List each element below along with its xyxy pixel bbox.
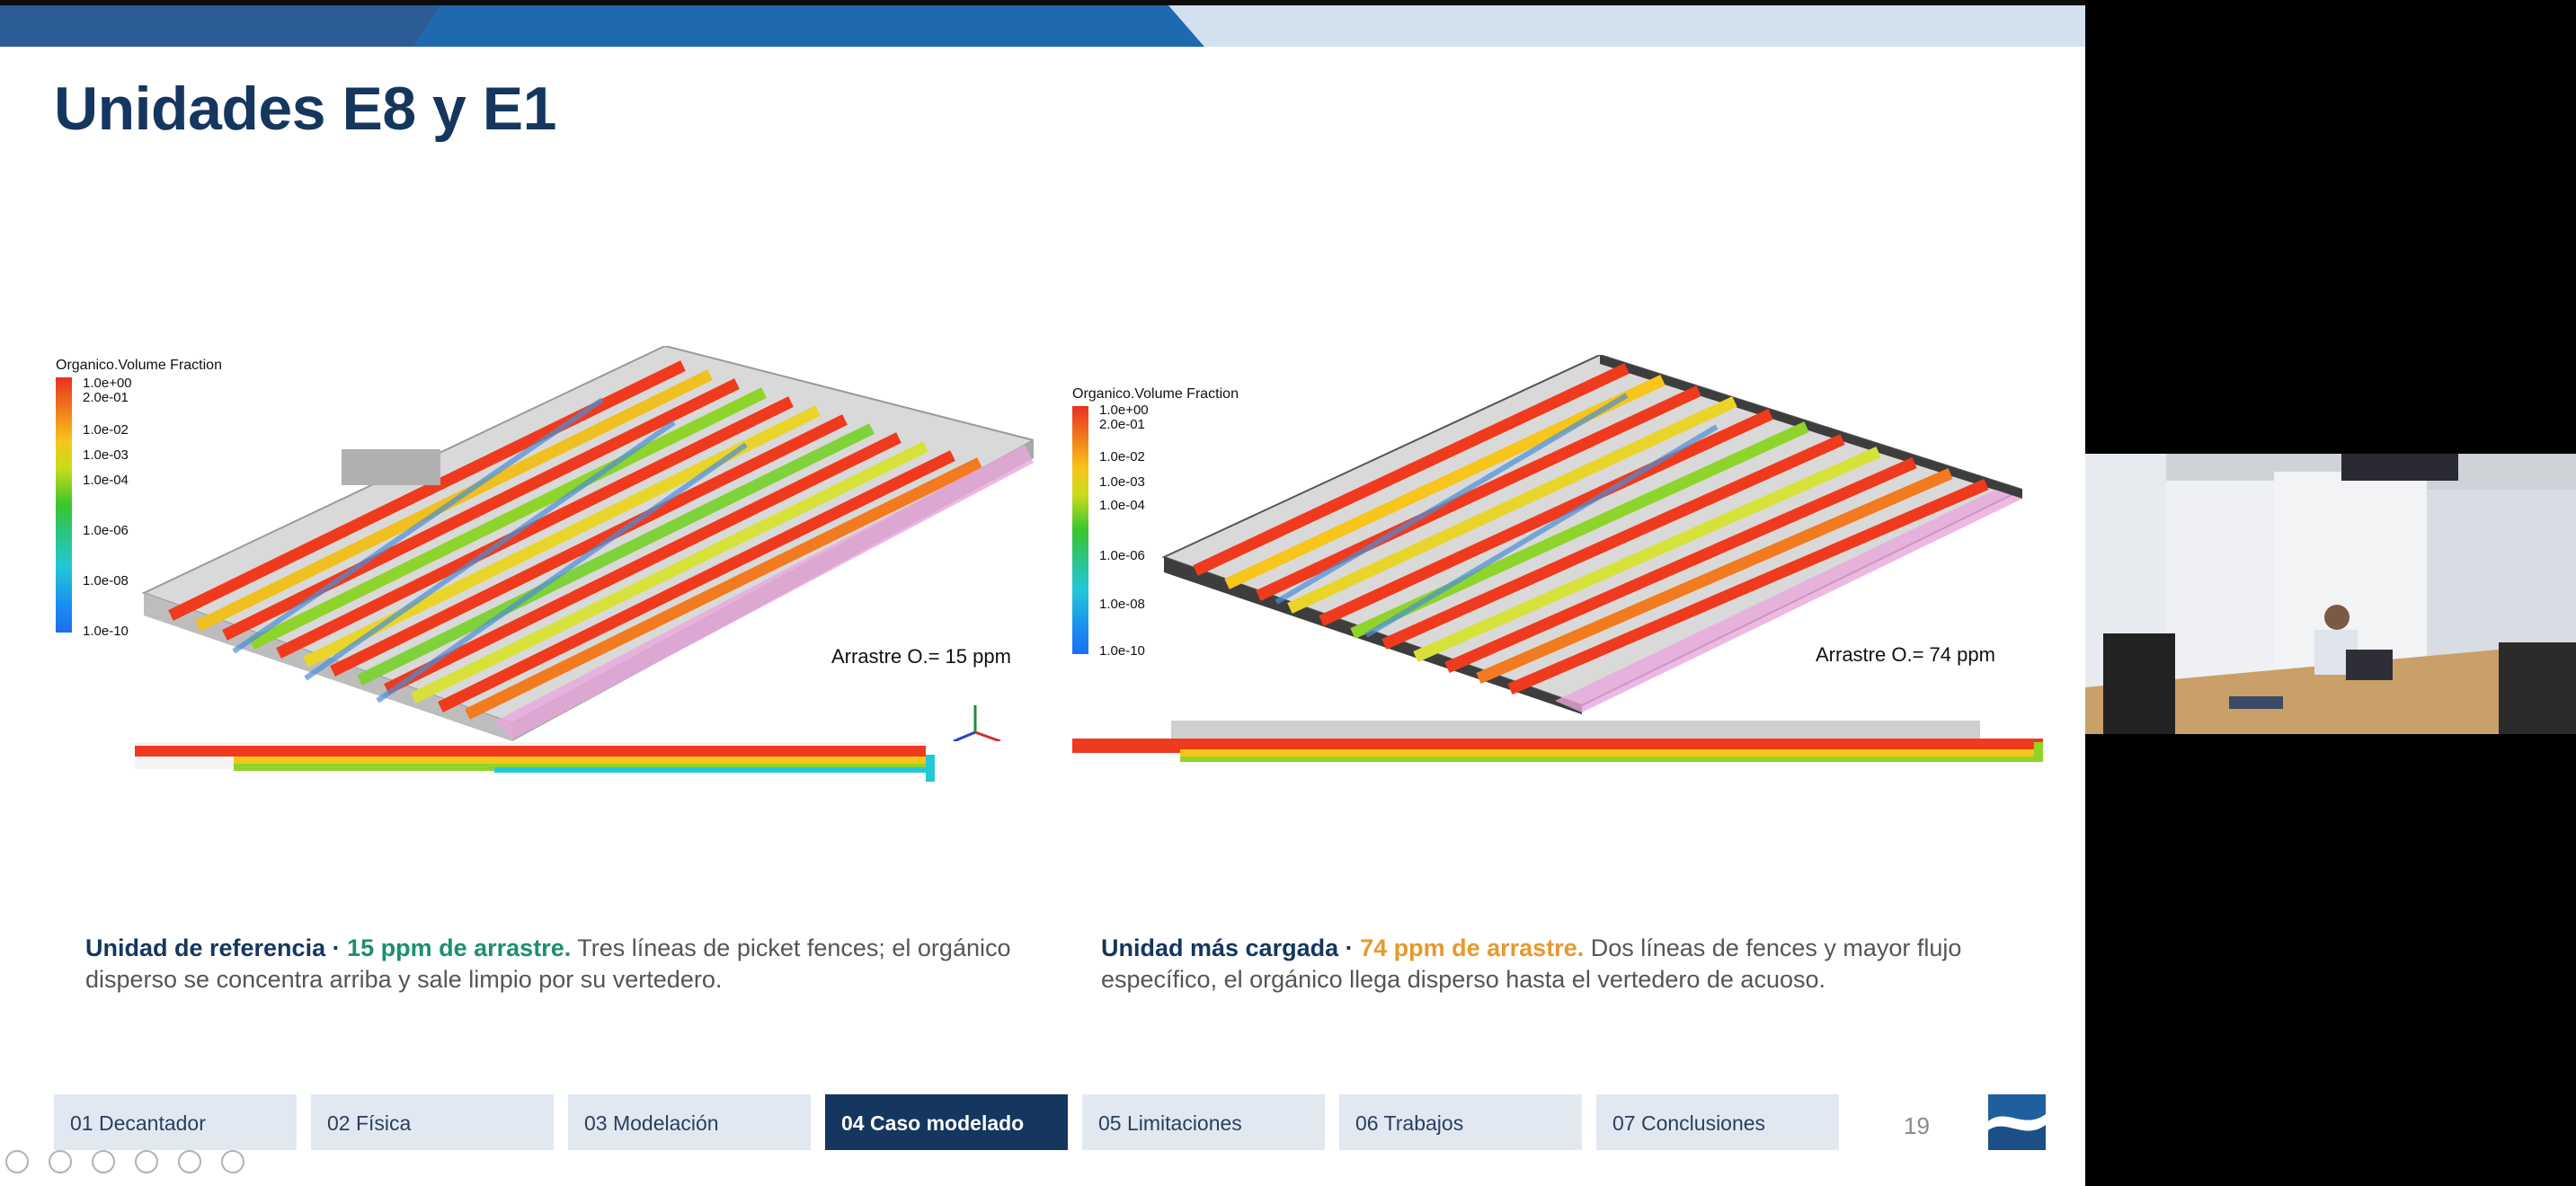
legend-tick: 1.0e-03 xyxy=(83,447,129,463)
legend-tick: 1.0e-06 xyxy=(83,523,129,538)
nav-tab-modelacion[interactable]: 03 Modelación xyxy=(568,1094,811,1150)
cfd-section-right xyxy=(1072,721,2043,762)
legend-tick: 1.0e-04 xyxy=(1099,498,1145,513)
legend-tick: 1.0e-08 xyxy=(83,573,129,589)
nav-tab-fisica[interactable]: 02 Física xyxy=(311,1094,554,1150)
legend-colorbar xyxy=(56,377,72,633)
legend-tick: 1.0e-06 xyxy=(1099,548,1145,563)
nav-tab-decantador[interactable]: 01 Decantador xyxy=(54,1094,297,1150)
caption-separator: · xyxy=(325,934,348,961)
caption-highlight: 15 ppm de arrastre. xyxy=(347,934,572,961)
zoom-control-icon[interactable] xyxy=(178,1150,201,1173)
caption-right: Unidad más cargada · 74 ppm de arrastre.… xyxy=(1101,933,2036,996)
caption-lead: Unidad más cargada xyxy=(1101,934,1339,961)
legend-tick: 1.0e-08 xyxy=(1099,597,1145,612)
nav-tab-limitaciones[interactable]: 05 Limitaciones xyxy=(1082,1094,1325,1150)
caption-highlight: 74 ppm de arrastre. xyxy=(1360,934,1585,961)
annotation-right: Arrastre O.= 74 ppm xyxy=(1816,643,1995,666)
header-band-mid xyxy=(413,5,1204,47)
slides-control-icon[interactable] xyxy=(135,1150,158,1173)
page-number: 19 xyxy=(1904,1112,1930,1139)
pen-control-icon[interactable] xyxy=(92,1150,115,1173)
header-band-dark xyxy=(0,5,449,47)
legend-colorbar xyxy=(1072,406,1088,654)
caption-separator: · xyxy=(1338,934,1361,961)
legend-tick: 1.0e-02 xyxy=(83,422,129,438)
nav-tab-trabajos[interactable]: 06 Trabajos xyxy=(1339,1094,1582,1150)
cfd-render-left xyxy=(141,346,1034,741)
presentation-slide: Unidades E8 y E1 Organico.Volume Fractio… xyxy=(0,0,2085,1186)
next-control-icon[interactable] xyxy=(49,1150,72,1173)
legend-tick: 1.0e-10 xyxy=(83,624,129,639)
cfd-section-left xyxy=(135,742,935,782)
nav-tab-caso-modelado[interactable]: 04 Caso modelado xyxy=(825,1094,1068,1150)
webcam-participant-video xyxy=(2085,454,2576,734)
caption-left: Unidad de referencia · 15 ppm de arrastr… xyxy=(85,933,1038,996)
legend-tick: 2.0e-01 xyxy=(1099,417,1145,432)
legend-tick: 1.0e-02 xyxy=(1099,449,1145,465)
legend-tick: 1.0e+00 xyxy=(83,376,132,391)
legend-tick: 1.0e-10 xyxy=(1099,643,1145,659)
nav-tab-conclusiones[interactable]: 07 Conclusiones xyxy=(1596,1094,1839,1150)
legend-tick: 2.0e-01 xyxy=(83,390,129,405)
annotation-left: Arrastre O.= 15 ppm xyxy=(831,645,1011,668)
legend-tick: 1.0e-03 xyxy=(1099,474,1145,490)
slideshow-controls xyxy=(5,1150,244,1173)
legend-tick: 1.0e-04 xyxy=(83,473,129,488)
subtitles-control-icon[interactable] xyxy=(221,1150,244,1173)
axes-triad-icon xyxy=(953,705,1001,741)
header-band-light xyxy=(1168,5,2085,47)
legend-tick: 1.0e+00 xyxy=(1099,403,1149,418)
caption-lead: Unidad de referencia xyxy=(85,934,326,961)
prev-control-icon[interactable] xyxy=(5,1150,29,1173)
presentation-logo-icon xyxy=(1988,1094,2046,1150)
slide-title: Unidades E8 y E1 xyxy=(54,75,556,143)
